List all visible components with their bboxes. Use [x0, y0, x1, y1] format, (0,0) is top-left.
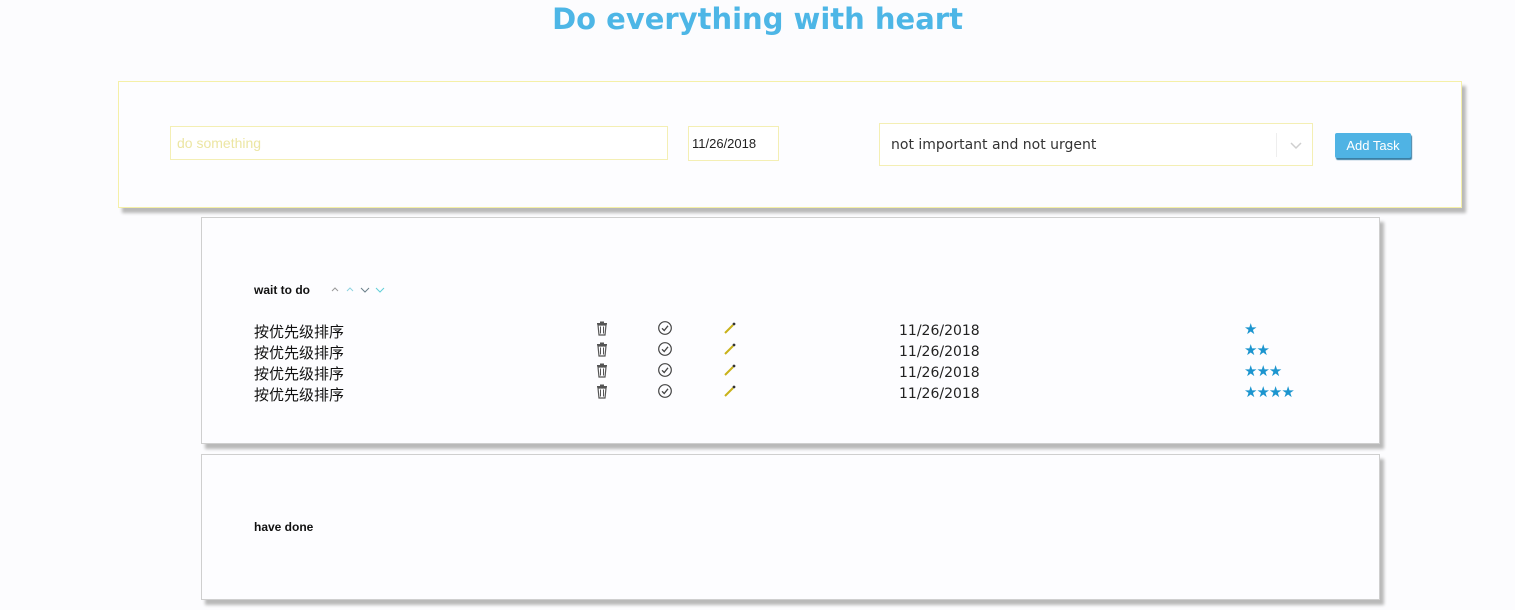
- add-task-button[interactable]: Add Task: [1335, 133, 1411, 158]
- priority-selected-value: not important and not urgent: [891, 137, 1097, 153]
- check-circle-icon[interactable]: [657, 362, 673, 378]
- priority-stars: ★★★: [1244, 362, 1282, 380]
- done-section-label: have done: [254, 520, 314, 534]
- check-circle-icon[interactable]: [657, 383, 673, 399]
- task-text: 按优先级排序: [254, 344, 345, 362]
- task-text: 按优先级排序: [254, 365, 345, 383]
- task-input[interactable]: [170, 126, 668, 160]
- trash-icon[interactable]: [594, 320, 610, 336]
- date-input[interactable]: [688, 126, 779, 161]
- check-circle-icon[interactable]: [657, 320, 673, 336]
- chevron-down-icon[interactable]: [1285, 140, 1307, 152]
- task-text: 按优先级排序: [254, 323, 345, 341]
- priority-stars: ★: [1244, 320, 1257, 338]
- page-title: Do everything with heart: [552, 2, 963, 36]
- task-date: 11/26/2018: [899, 386, 980, 402]
- trash-icon[interactable]: [594, 383, 610, 399]
- pencil-icon[interactable]: [722, 362, 738, 378]
- task-date: 11/26/2018: [899, 365, 980, 381]
- trash-icon[interactable]: [594, 362, 610, 378]
- task-date: 11/26/2018: [899, 344, 980, 360]
- check-circle-icon[interactable]: [657, 341, 673, 357]
- done-panel: have done: [201, 454, 1380, 600]
- todo-item: 按优先级排序 11/26/2018 ★★★★: [254, 383, 1364, 404]
- pencil-icon[interactable]: [722, 320, 738, 336]
- sort-arrows-icon[interactable]: [330, 285, 388, 295]
- todo-panel: wait to do 按优先级排序 11/26/2018 ★ 按优先级排序 11…: [201, 217, 1380, 444]
- todo-section-label: wait to do: [254, 283, 310, 297]
- select-divider: [1276, 133, 1277, 157]
- add-task-panel: not important and not urgent Add Task: [118, 81, 1462, 208]
- pencil-icon[interactable]: [722, 341, 738, 357]
- priority-stars: ★★: [1244, 341, 1270, 359]
- priority-stars: ★★★★: [1244, 383, 1295, 401]
- todo-item: 按优先级排序 11/26/2018 ★★: [254, 341, 1364, 362]
- task-text: 按优先级排序: [254, 386, 345, 404]
- todo-item: 按优先级排序 11/26/2018 ★: [254, 320, 1364, 341]
- task-date: 11/26/2018: [899, 323, 980, 339]
- trash-icon[interactable]: [594, 341, 610, 357]
- todo-item: 按优先级排序 11/26/2018 ★★★: [254, 362, 1364, 383]
- pencil-icon[interactable]: [722, 383, 738, 399]
- priority-select[interactable]: not important and not urgent: [879, 123, 1313, 166]
